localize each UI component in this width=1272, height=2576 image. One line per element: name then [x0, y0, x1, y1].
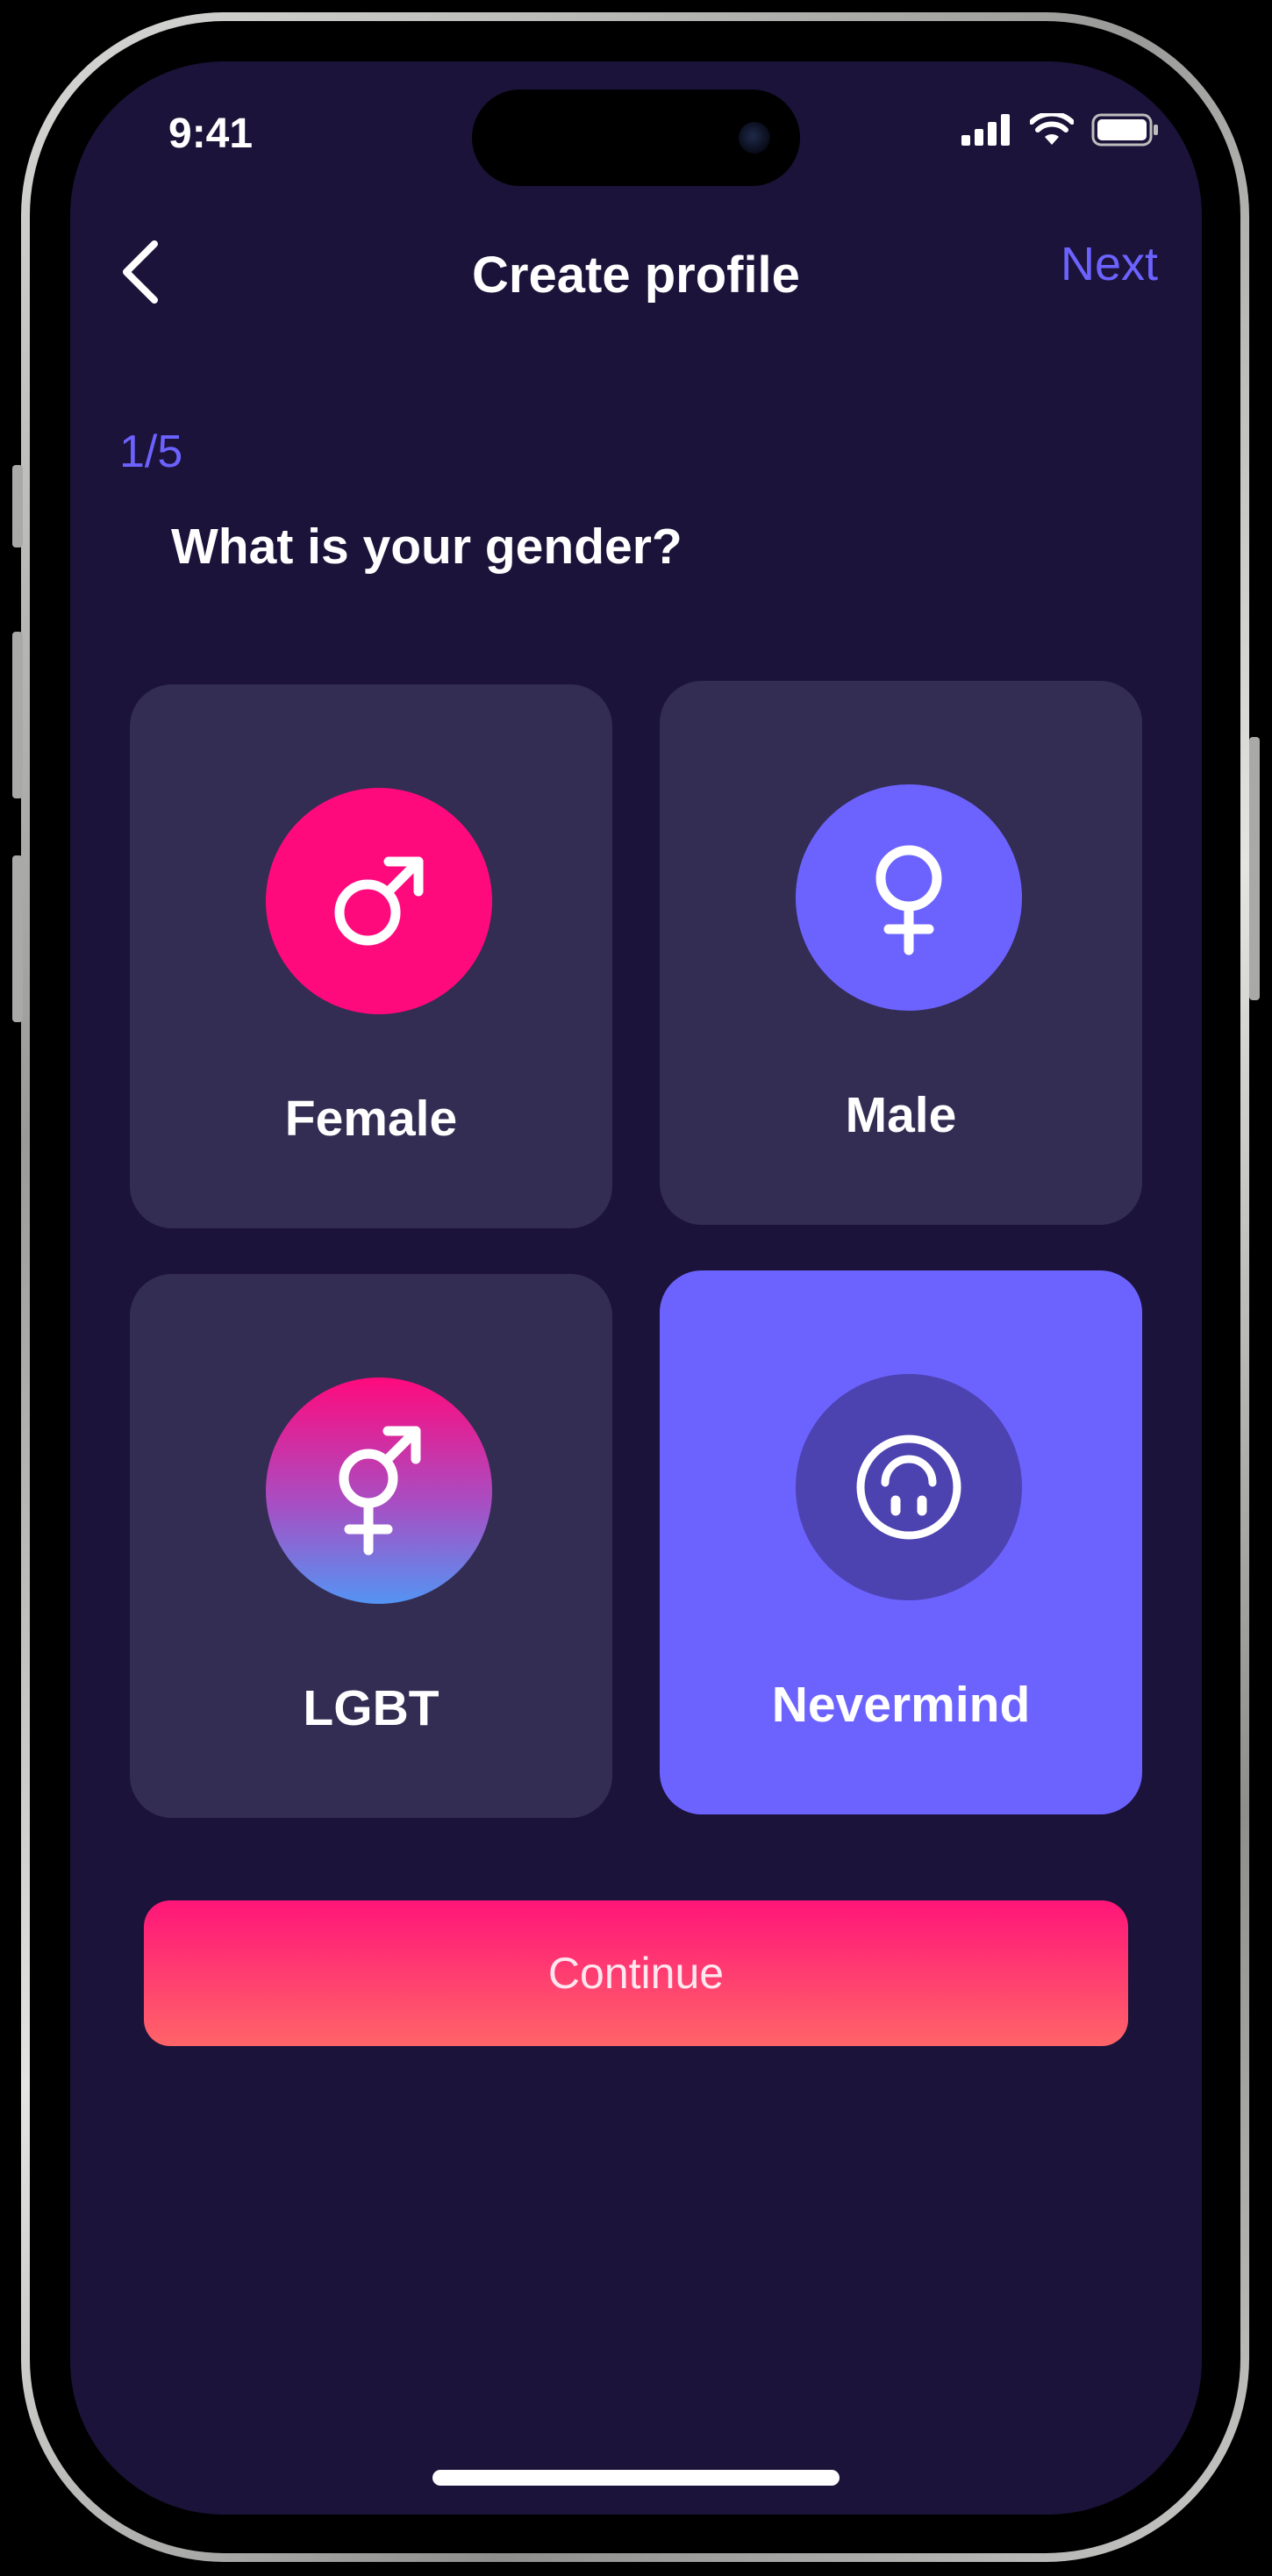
option-label: Male	[845, 1087, 957, 1143]
icon-circle	[796, 1374, 1022, 1600]
front-camera	[739, 122, 770, 154]
option-label: LGBT	[303, 1680, 439, 1736]
option-nevermind[interactable]: Nevermind	[660, 1270, 1142, 1814]
battery-icon	[1091, 113, 1158, 147]
venus-icon	[875, 845, 942, 955]
status-icons	[961, 112, 1160, 147]
wifi-icon	[1030, 113, 1074, 145]
icon-circle	[796, 784, 1022, 1011]
icon-circle	[266, 788, 492, 1014]
upside-down-smile-icon	[856, 1435, 961, 1540]
action-button	[12, 465, 23, 547]
volume-down-button	[12, 855, 23, 1022]
home-indicator[interactable]	[432, 2470, 840, 2486]
continue-button[interactable]: Continue	[144, 1900, 1128, 2046]
question-heading: What is your gender?	[171, 519, 682, 575]
power-button	[1249, 737, 1260, 1000]
option-female[interactable]: Female	[130, 684, 612, 1228]
status-time: 9:41	[168, 111, 254, 157]
volume-up-button	[12, 632, 23, 798]
dynamic-island	[472, 89, 800, 186]
page: 9:41 Create profile Next 1/5 What is you…	[0, 0, 1272, 2576]
mars-icon	[334, 856, 424, 946]
option-male[interactable]: Male	[660, 681, 1142, 1225]
transgender-icon	[339, 1426, 421, 1556]
option-label: Nevermind	[771, 1677, 1031, 1733]
cellular-signal-icon	[961, 114, 1010, 146]
step-indicator: 1/5	[119, 426, 183, 477]
next-button[interactable]: Next	[1061, 237, 1158, 291]
icon-circle	[266, 1377, 492, 1604]
option-label: Female	[284, 1091, 458, 1147]
page-title: Create profile	[472, 247, 800, 304]
screen: 9:41 Create profile Next 1/5 What is you…	[70, 61, 1202, 2515]
option-lgbt[interactable]: LGBT	[130, 1274, 612, 1818]
